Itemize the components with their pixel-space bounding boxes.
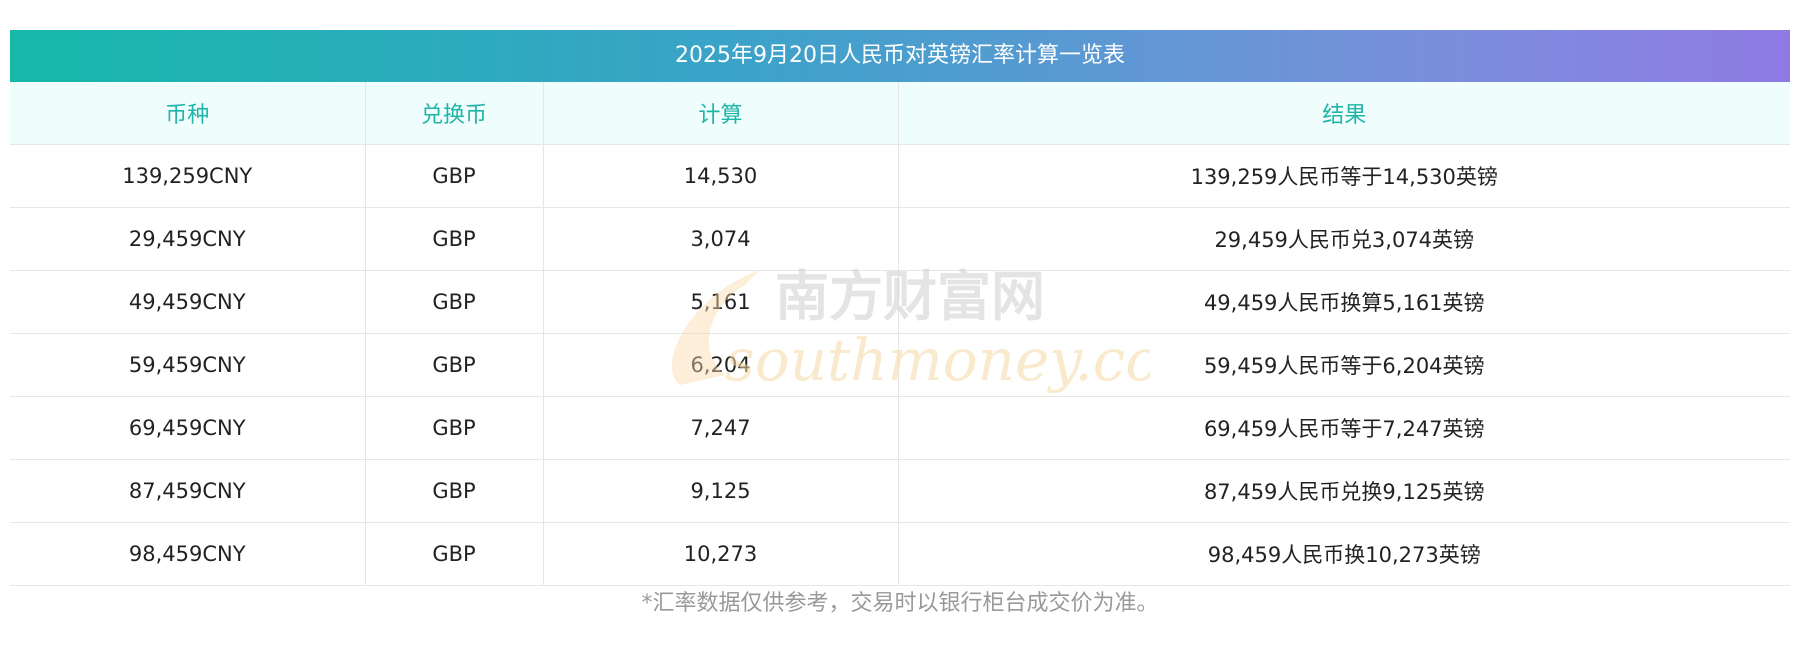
cell-calculation: 3,074 — [542, 207, 898, 271]
table-row: 69,459CNY GBP 7,247 69,459人民币等于7,247英镑 — [10, 396, 1790, 460]
rate-table-container: 2025年9月20日人民币对英镑汇率计算一览表 币种 兑换币 计算 结果 139… — [10, 30, 1790, 586]
cell-currency: 87,459CNY — [10, 459, 365, 523]
cell-result: 98,459人民币换10,273英镑 — [897, 522, 1790, 586]
table-row: 139,259CNY GBP 14,530 139,259人民币等于14,530… — [10, 144, 1790, 208]
cell-currency: 29,459CNY — [10, 207, 365, 271]
cell-calculation: 6,204 — [542, 333, 898, 397]
cell-calculation: 14,530 — [542, 144, 898, 208]
table-row: 59,459CNY GBP 6,204 59,459人民币等于6,204英镑 — [10, 333, 1790, 397]
cell-target-currency: GBP — [364, 333, 543, 397]
cell-calculation: 9,125 — [542, 459, 898, 523]
cell-target-currency: GBP — [364, 207, 543, 271]
cell-calculation: 7,247 — [542, 396, 898, 460]
cell-currency: 49,459CNY — [10, 270, 365, 334]
disclaimer-note: *汇率数据仅供参考，交易时以银行柜台成交价为准。 — [641, 591, 1159, 616]
cell-target-currency: GBP — [364, 144, 543, 208]
cell-currency: 69,459CNY — [10, 396, 365, 460]
table-header-row: 币种 兑换币 计算 结果 — [10, 82, 1790, 145]
header-target-currency: 兑换币 — [364, 82, 543, 145]
cell-result: 29,459人民币兑3,074英镑 — [897, 207, 1790, 271]
cell-result: 69,459人民币等于7,247英镑 — [897, 396, 1790, 460]
header-result: 结果 — [897, 82, 1790, 145]
cell-result: 139,259人民币等于14,530英镑 — [897, 144, 1790, 208]
cell-result: 49,459人民币换算5,161英镑 — [897, 270, 1790, 334]
table-row: 49,459CNY GBP 5,161 49,459人民币换算5,161英镑 — [10, 270, 1790, 334]
table-title: 2025年9月20日人民币对英镑汇率计算一览表 — [10, 30, 1790, 82]
header-calculation: 计算 — [542, 82, 898, 145]
rate-table: 币种 兑换币 计算 结果 139,259CNY GBP 14,530 139,2… — [10, 82, 1790, 586]
cell-result: 59,459人民币等于6,204英镑 — [897, 333, 1790, 397]
cell-currency: 59,459CNY — [10, 333, 365, 397]
cell-target-currency: GBP — [364, 270, 543, 334]
table-row: 87,459CNY GBP 9,125 87,459人民币兑换9,125英镑 — [10, 459, 1790, 523]
cell-calculation: 5,161 — [542, 270, 898, 334]
cell-result: 87,459人民币兑换9,125英镑 — [897, 459, 1790, 523]
table-row: 29,459CNY GBP 3,074 29,459人民币兑3,074英镑 — [10, 207, 1790, 271]
header-currency: 币种 — [10, 82, 365, 145]
cell-target-currency: GBP — [364, 396, 543, 460]
cell-currency: 98,459CNY — [10, 522, 365, 586]
cell-target-currency: GBP — [364, 459, 543, 523]
cell-calculation: 10,273 — [542, 522, 898, 586]
table-row: 98,459CNY GBP 10,273 98,459人民币换10,273英镑 — [10, 522, 1790, 586]
cell-target-currency: GBP — [364, 522, 543, 586]
cell-currency: 139,259CNY — [10, 144, 365, 208]
